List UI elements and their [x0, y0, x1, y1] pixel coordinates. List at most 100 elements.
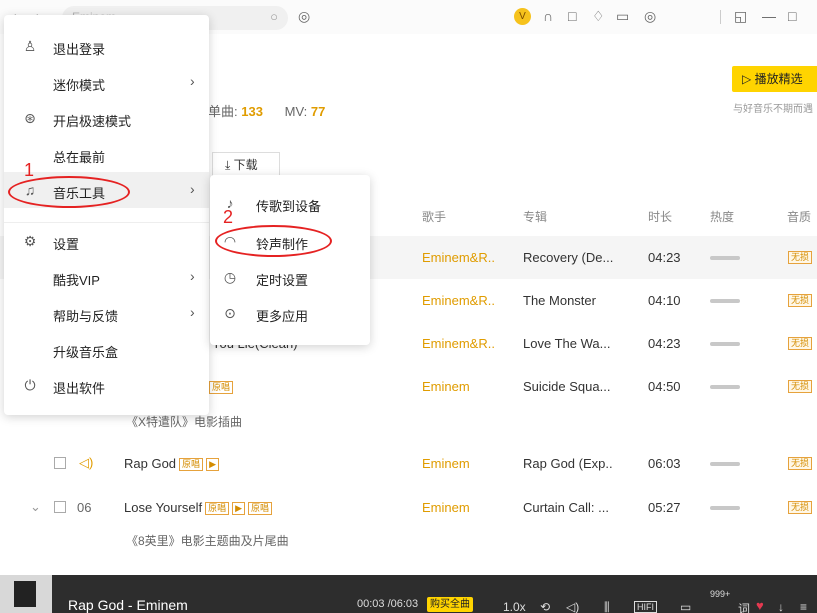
col-album[interactable]: 专辑: [523, 208, 547, 225]
buy-full-button[interactable]: 购买全曲: [427, 597, 473, 612]
row-artist[interactable]: Eminem&R..: [422, 293, 495, 308]
settings-icon: ⚙: [23, 233, 37, 249]
single-count: 133: [241, 104, 263, 119]
menu-item-label: 设置: [53, 237, 80, 252]
chevron-right-icon: ›: [190, 268, 195, 284]
submenu-item-label: 定时设置: [256, 273, 309, 288]
original-tag: 原唱: [205, 502, 230, 515]
speed-button[interactable]: 1.0x: [503, 600, 526, 613]
slogan: 与好音乐不期而遇: [733, 104, 813, 115]
table-row[interactable]: ◁) Rap God 原唱 ▶ Eminem Rap God (Exp.. 06:0…: [0, 442, 817, 485]
menu-item-logout[interactable]: ♙ 退出登录: [4, 28, 209, 64]
submenu-item-transfer[interactable]: ♪ 传歌到设备: [210, 185, 370, 221]
menu-item-label: 总在最前: [53, 150, 106, 165]
col-quality[interactable]: 音质: [787, 208, 811, 225]
volume-icon[interactable]: ◁): [566, 600, 579, 613]
row-checkbox[interactable]: [54, 457, 66, 469]
user-icon: ♙: [23, 38, 37, 54]
row-artist[interactable]: Eminem: [422, 456, 470, 471]
main-menu: ♙ 退出登录 迷你模式 › ⊛ 开启极速模式 总在最前 ♫ 音乐工具 › ⚙ 设…: [4, 15, 209, 415]
play-featured-button[interactable]: ▷ 播放精选: [732, 66, 817, 92]
menu-item-upgrade[interactable]: 升级音乐盒: [4, 331, 209, 367]
comment-icon[interactable]: ▭: [680, 600, 691, 613]
row-album[interactable]: The Monster: [523, 293, 596, 308]
menu-item-label: 开启极速模式: [53, 114, 132, 129]
row-artist[interactable]: Eminem: [422, 500, 470, 515]
now-playing-title[interactable]: Rap God - Eminem: [68, 597, 188, 613]
chevron-right-icon: ›: [190, 181, 195, 197]
row-album[interactable]: Recovery (De...: [523, 250, 613, 265]
single-count-label: 单曲:: [208, 104, 238, 119]
row-album[interactable]: Curtain Call: ...: [523, 500, 609, 515]
row-album[interactable]: Love The Wa...: [523, 336, 610, 351]
row-duration: 04:10: [648, 293, 681, 308]
vip-icon[interactable]: V: [514, 8, 531, 25]
quality-badge: 无损: [788, 457, 813, 470]
row-duration: 06:03: [648, 456, 681, 471]
row-subtitle: 《8英里》电影主题曲及片尾曲: [126, 534, 289, 548]
comment-count: 999+: [710, 589, 731, 599]
maximize-icon[interactable]: □: [788, 8, 796, 24]
music-tools-submenu: ♪ 传歌到设备 ◠ 铃声制作 ◷ 定时设置 ⊙ 更多应用: [210, 175, 370, 345]
fm-icon[interactable]: ▭: [616, 8, 629, 24]
menu-item-mini-mode[interactable]: 迷你模式 ›: [4, 64, 209, 100]
mv-tag[interactable]: ▶: [206, 458, 219, 471]
album-cover[interactable]: [0, 575, 52, 613]
skin-icon[interactable]: ♢: [592, 8, 605, 24]
play-time: 00:03 /06:03: [357, 598, 419, 610]
col-heat[interactable]: 热度: [710, 208, 734, 225]
row-artist[interactable]: Eminem&R..: [422, 336, 495, 351]
minimize-icon[interactable]: —: [762, 8, 776, 24]
table-row[interactable]: ⌄ 06 Lose Yourself 原唱 ▶ 原唱 《8英里》电影主题曲及片尾曲 E…: [0, 486, 817, 556]
quality-badge[interactable]: HIFI: [634, 601, 657, 613]
row-album[interactable]: Rap God (Exp..: [523, 456, 613, 471]
quality-badge: 无损: [788, 337, 813, 350]
col-artist[interactable]: 歌手: [422, 208, 446, 225]
annotation-ring-1: [8, 176, 130, 208]
settings-icon[interactable]: ◎: [644, 8, 656, 24]
recognize-icon[interactable]: ◎: [298, 8, 310, 24]
loop-icon[interactable]: ⟲: [540, 600, 550, 613]
menu-item-speed-mode[interactable]: ⊛ 开启极速模式: [4, 100, 209, 136]
playlist-icon[interactable]: ≡: [800, 600, 807, 613]
row-title[interactable]: Lose Yourself 原唱 ▶ 原唱: [124, 500, 273, 515]
submenu-item-timer[interactable]: ◷ 定时设置: [210, 259, 370, 295]
menu-item-help-feedback[interactable]: 帮助与反馈 ›: [4, 295, 209, 331]
row-index: 06: [77, 500, 92, 515]
headphone-icon[interactable]: ∩: [543, 8, 553, 24]
lyrics-icon[interactable]: 词: [738, 600, 750, 613]
menu-item-settings[interactable]: ⚙ 设置: [4, 223, 209, 259]
quality-badge: 无损: [788, 380, 813, 393]
heat-bar: [710, 342, 740, 346]
equalizer-icon[interactable]: ⫼: [604, 600, 610, 613]
row-album[interactable]: Suicide Squa...: [523, 379, 610, 394]
menu-item-exit[interactable]: ⏻ 退出软件: [4, 367, 209, 403]
col-duration[interactable]: 时长: [648, 208, 672, 225]
heart-icon[interactable]: ♥: [756, 598, 764, 613]
row-artist[interactable]: Eminem: [422, 379, 470, 394]
mini-mode-icon[interactable]: ◱: [734, 8, 747, 24]
annotation-ring-2: [215, 225, 332, 257]
menu-item-kuwo-vip[interactable]: 酷我VIP ›: [4, 259, 209, 295]
row-checkbox[interactable]: [54, 501, 66, 513]
submenu-item-more-apps[interactable]: ⊙ 更多应用: [210, 295, 370, 331]
annotation-number-1: 1: [24, 160, 35, 180]
divider: [720, 10, 721, 24]
row-duration: 04:23: [648, 336, 681, 351]
menu-item-label: 升级音乐盒: [53, 345, 119, 360]
search-icon[interactable]: ○: [270, 9, 278, 24]
row-title[interactable]: Rap God 原唱 ▶: [124, 456, 219, 471]
row-subtitle: 《X特遣队》电影插曲: [126, 415, 243, 429]
row-artist[interactable]: Eminem&R..: [422, 250, 495, 265]
expand-icon[interactable]: ⌄: [30, 499, 41, 515]
download-icon[interactable]: ↓: [778, 600, 784, 613]
quality-badge: 无损: [788, 251, 813, 264]
row-duration: 05:27: [648, 500, 681, 515]
message-icon[interactable]: □: [568, 8, 576, 24]
player-bar: Rap God - Eminem 00:03 /06:03 购买全曲 1.0x …: [0, 575, 817, 613]
timer-icon: ◷: [223, 269, 237, 285]
menu-item-always-on-top[interactable]: 总在最前: [4, 136, 209, 172]
mv-tag[interactable]: ▶: [232, 502, 246, 515]
heat-bar: [710, 299, 740, 303]
menu-item-label: 迷你模式: [53, 78, 106, 93]
